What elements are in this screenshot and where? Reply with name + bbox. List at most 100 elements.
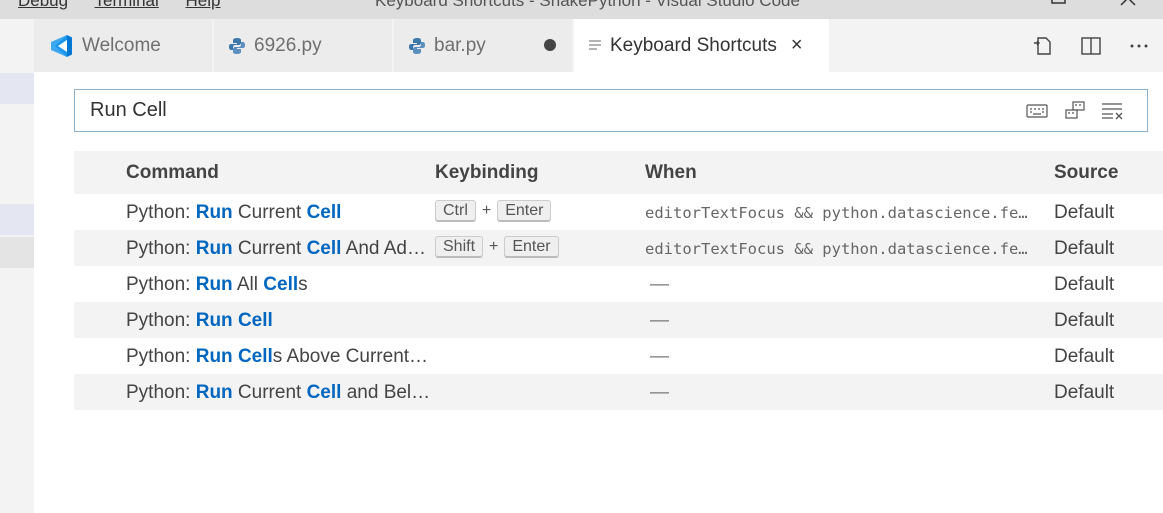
search-match: Cell	[306, 202, 342, 223]
close-tab-icon[interactable]: ×	[791, 34, 803, 57]
command-text: s	[298, 274, 308, 295]
command-cell: Python: Run Cells Above Current…	[126, 346, 428, 368]
clear-input-icon[interactable]	[1101, 100, 1125, 122]
command-prefix: Python:	[126, 274, 196, 295]
keyboard-shortcuts-editor: Command Keybinding When Source Python: R…	[34, 72, 1163, 513]
tab-label: 6926.py	[254, 34, 322, 56]
command-prefix: Python:	[126, 202, 196, 223]
table-body: Python: Run Current Cell Ctrl + Enter editor…	[74, 194, 1163, 410]
sidebar-item[interactable]	[0, 204, 34, 235]
open-json-icon[interactable]	[1019, 35, 1067, 57]
when-cell: —	[650, 346, 669, 367]
command-text: Current	[232, 202, 307, 223]
key-cap: Shift	[435, 236, 484, 258]
command-cell: Python: Run Current Cell And Ad…	[126, 238, 426, 260]
python-icon	[408, 37, 426, 55]
command-text: All	[232, 274, 264, 295]
command-cell: Python: Run Current Cell and Bel…	[126, 382, 430, 404]
tab-label: Keyboard Shortcuts	[610, 34, 777, 56]
table-row[interactable]: Python: Run Current Cell And Ad… Shift + En…	[74, 230, 1163, 266]
split-editor-icon[interactable]	[1067, 35, 1115, 57]
key-separator: +	[481, 202, 492, 219]
header-keybinding[interactable]: Keybinding	[435, 162, 538, 184]
keybindings-table: Command Keybinding When Source Python: R…	[74, 151, 1163, 410]
source-cell: Default	[1054, 274, 1115, 295]
when-cell: —	[650, 274, 669, 295]
keybinding-cell: Ctrl + Enter	[435, 200, 552, 222]
table-row[interactable]: Python: Run Current Cell Ctrl + Enter editor…	[74, 194, 1163, 230]
tab-welcome[interactable]: Welcome	[34, 19, 213, 72]
when-cell: editorTextFocus && python.datascience.fe…	[645, 240, 1028, 258]
sidebar-edge	[0, 19, 34, 513]
table-row[interactable]: Python: Run Current Cell and Bel… — Defaul…	[74, 374, 1163, 410]
command-prefix: Python:	[126, 346, 196, 367]
search-match: Cell	[237, 310, 273, 331]
search-match: Cell	[237, 346, 273, 367]
keybinding-cell: Shift + Enter	[435, 236, 559, 258]
command-text: And Ad…	[341, 238, 426, 259]
table-row[interactable]: Python: Run All Cells — Default	[74, 266, 1163, 302]
key-cap: Enter	[504, 236, 559, 258]
preview-icon	[588, 39, 602, 53]
command-prefix: Python:	[126, 238, 196, 259]
tab-label: bar.py	[434, 34, 486, 56]
search-actions	[1025, 100, 1125, 122]
tab-keyboard-shortcuts[interactable]: Keyboard Shortcuts ×	[574, 19, 830, 72]
tab-bar-py[interactable]: bar.py	[394, 19, 573, 72]
header-when[interactable]: When	[645, 162, 697, 184]
search-match: Run	[195, 310, 233, 331]
when-cell: —	[650, 382, 669, 403]
source-cell: Default	[1054, 346, 1115, 367]
sort-by-precedence-icon[interactable]	[1063, 100, 1087, 122]
header-source[interactable]: Source	[1054, 162, 1118, 184]
title-bar: Debug Terminal Help Keyboard Shortcuts -…	[0, 0, 1163, 19]
restore-icon[interactable]	[1050, 0, 1068, 14]
key-cap: Ctrl	[435, 200, 476, 222]
command-prefix: Python:	[126, 310, 196, 331]
search-box	[74, 89, 1148, 132]
close-icon[interactable]	[1118, 0, 1138, 14]
vscode-icon	[48, 33, 74, 59]
command-text: Current	[232, 238, 307, 259]
search-match: Run	[195, 382, 233, 403]
unsaved-dot-icon[interactable]	[544, 39, 556, 51]
command-cell: Python: Run Current Cell	[126, 202, 341, 224]
search-match: Cell	[306, 382, 342, 403]
menu-debug[interactable]: Debug	[18, 0, 68, 10]
search-input[interactable]	[75, 90, 995, 131]
source-cell: Default	[1054, 310, 1115, 331]
when-cell: editorTextFocus && python.datascience.fe…	[645, 204, 1028, 222]
source-cell: Default	[1054, 202, 1115, 223]
source-cell: Default	[1054, 238, 1115, 259]
command-text: s Above Current…	[272, 346, 429, 367]
sidebar-item[interactable]	[0, 73, 34, 104]
command-prefix: Python:	[126, 382, 196, 403]
tab-6926-py[interactable]: 6926.py	[214, 19, 393, 72]
table-row[interactable]: Python: Run Cells Above Current… — Default	[74, 338, 1163, 374]
header-command[interactable]: Command	[126, 162, 219, 184]
search-match: Cell	[263, 274, 299, 295]
more-actions-icon[interactable]	[1115, 35, 1163, 57]
menu-help[interactable]: Help	[186, 0, 221, 10]
search-match: Run	[195, 202, 233, 223]
python-icon	[228, 37, 246, 55]
search-match: Run	[195, 274, 233, 295]
tab-label: Welcome	[82, 34, 161, 56]
source-cell: Default	[1054, 382, 1115, 403]
when-cell: —	[650, 310, 669, 331]
search-match: Run	[195, 238, 233, 259]
table-row[interactable]: Python: Run Cell — Default	[74, 302, 1163, 338]
command-cell: Python: Run Cell	[126, 310, 273, 332]
key-separator: +	[489, 238, 499, 255]
menu-bar: Debug Terminal Help	[18, 0, 242, 11]
search-match: Cell	[306, 238, 342, 259]
search-match: Run	[195, 346, 233, 367]
tab-bar: Welcome 6926.py bar.py Keyboard Shortcut…	[34, 19, 1163, 72]
command-text: and Bel…	[341, 382, 431, 403]
menu-terminal[interactable]: Terminal	[95, 0, 159, 10]
sidebar-item[interactable]	[0, 237, 34, 268]
editor-actions	[1019, 19, 1163, 72]
record-keys-icon[interactable]	[1025, 100, 1049, 122]
command-text: Current	[232, 382, 307, 403]
table-header: Command Keybinding When Source	[74, 151, 1163, 194]
